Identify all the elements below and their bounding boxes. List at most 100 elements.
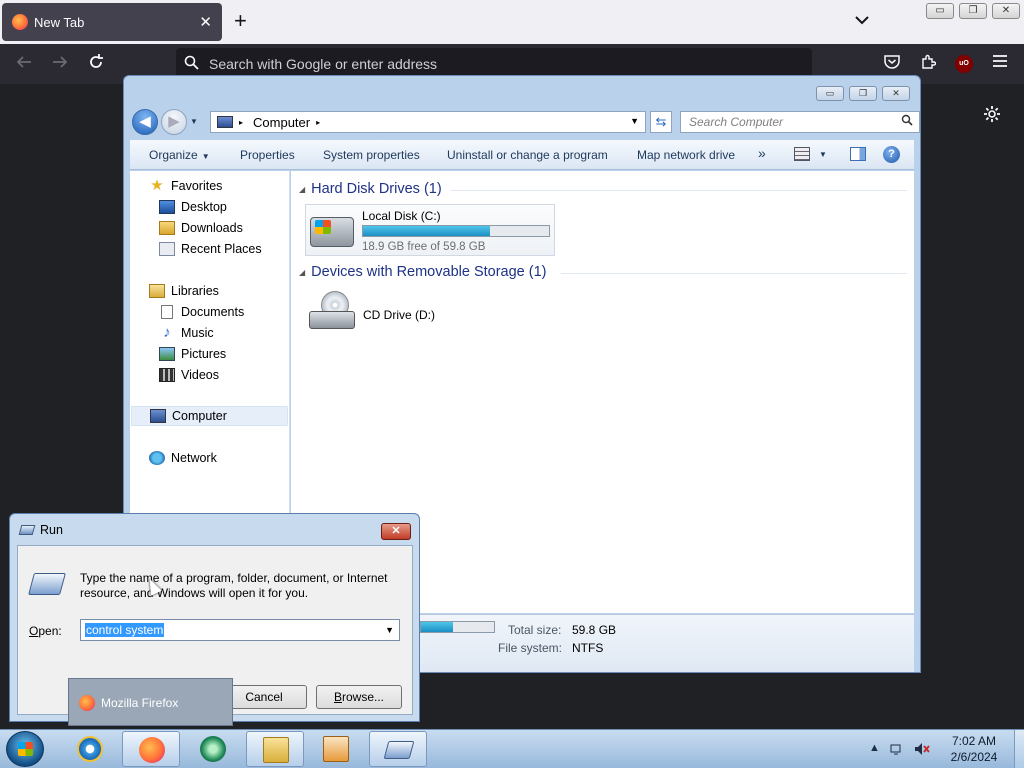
taskbar-media-player[interactable] (184, 731, 242, 767)
address-bar[interactable]: ▸ Computer ▸ ▼ (210, 111, 646, 133)
taskbar-run[interactable] (369, 731, 427, 767)
volume-muted-icon[interactable] (914, 742, 930, 759)
uninstall-program-button[interactable]: Uninstall or change a program (447, 148, 608, 162)
nav-label: Pictures (181, 347, 227, 361)
media-center-icon (323, 736, 349, 762)
nav-downloads[interactable]: Downloads (159, 218, 243, 238)
taskbar-media-center[interactable] (307, 731, 365, 767)
chevron-down-icon: ▼ (201, 152, 210, 161)
action-center-icon[interactable] (890, 742, 904, 759)
collapse-triangle-icon[interactable]: ◢ (299, 185, 305, 194)
group-removable-storage[interactable]: ◢ Devices with Removable Storage (1) (299, 264, 546, 280)
nav-favorites[interactable]: ★ Favorites (149, 176, 222, 196)
breadcrumb-arrow-icon[interactable]: ▸ (316, 118, 320, 127)
explorer-minimize-button[interactable]: ▭ (816, 86, 844, 101)
windows-logo-icon (315, 220, 331, 234)
clock-date: 2/6/2024 (950, 750, 998, 764)
run-title: Run (40, 523, 63, 537)
properties-button[interactable]: Properties (240, 148, 295, 162)
nav-videos[interactable]: Videos (159, 365, 219, 385)
preview-pane-icon[interactable] (850, 147, 866, 161)
open-combobox[interactable]: control system ▼ (80, 619, 400, 641)
open-input-value[interactable]: control system (85, 623, 165, 637)
explorer-back-button[interactable]: ◀ (132, 109, 158, 135)
drive-tray-icon (309, 311, 355, 329)
cd-drive-icon[interactable] (309, 291, 355, 331)
explorer-maximize-button[interactable]: ❐ (849, 86, 877, 101)
browser-close-button[interactable]: ✕ (992, 3, 1020, 19)
taskbar-internet-explorer[interactable] (61, 731, 119, 767)
pocket-icon[interactable] (884, 54, 900, 74)
run-close-button[interactable]: ✕ (381, 523, 411, 540)
details-usage-bar (420, 621, 495, 633)
forward-arrow-icon[interactable] (51, 53, 69, 76)
combobox-dropdown-icon[interactable]: ▼ (385, 625, 394, 635)
group-hard-disk-drives[interactable]: ◢ Hard Disk Drives (1) (299, 181, 442, 197)
nav-desktop[interactable]: Desktop (159, 197, 227, 217)
breadcrumb-arrow-icon[interactable]: ▸ (239, 118, 243, 127)
start-button[interactable] (6, 731, 44, 767)
new-tab-button[interactable]: + (234, 10, 247, 32)
list-all-tabs-chevron-icon[interactable] (855, 12, 869, 28)
taskbar-thumbnail-tooltip[interactable]: Mozilla Firefox (68, 678, 233, 726)
explorer-address-row: ◀ ▶ ▼ ▸ Computer ▸ ▼ ⇆ Search Computer (132, 108, 920, 136)
reload-icon[interactable] (87, 53, 105, 76)
star-icon: ★ (150, 177, 164, 194)
run-description: Type the name of a program, folder, docu… (80, 571, 388, 600)
local-disk-c[interactable]: Local Disk (C:) 18.9 GB free of 59.8 GB (305, 204, 555, 256)
explorer-close-button[interactable]: ✕ (882, 86, 910, 101)
view-options-chevron-icon[interactable]: ▼ (819, 150, 827, 159)
taskbar-clock[interactable]: 7:02 AM 2/6/2024 (948, 733, 1000, 765)
run-icon (383, 741, 415, 759)
hard-drive-icon (310, 217, 354, 247)
browse-button[interactable]: Browse... (316, 685, 402, 709)
cd-drive-d[interactable]: CD Drive (D:) (363, 308, 435, 322)
back-arrow-icon[interactable] (15, 53, 33, 76)
tab-new-tab[interactable]: New Tab ✕ (2, 3, 222, 41)
ublock-origin-icon[interactable]: uO (955, 55, 973, 73)
nav-music[interactable]: ♪ Music (159, 323, 213, 343)
run-icon (18, 525, 36, 535)
refresh-icon[interactable]: ⇆ (650, 111, 672, 133)
gear-icon[interactable] (983, 105, 1001, 128)
organize-button[interactable]: Organize ▼ (149, 148, 210, 162)
show-desktop-button[interactable] (1014, 730, 1024, 768)
nav-network[interactable]: Network (149, 448, 217, 468)
run-titlebar[interactable]: Run (18, 523, 63, 537)
group-divider (451, 190, 907, 191)
address-dropdown-icon[interactable]: ▼ (630, 116, 639, 126)
computer-icon (150, 409, 166, 423)
nav-documents[interactable]: Documents (159, 302, 244, 322)
search-icon (184, 55, 199, 73)
explorer-forward-button[interactable]: ▶ (161, 109, 187, 135)
system-properties-button[interactable]: System properties (323, 148, 420, 162)
nav-pictures[interactable]: Pictures (159, 344, 226, 364)
taskbar-explorer[interactable] (246, 731, 304, 767)
extensions-icon[interactable] (920, 54, 937, 75)
change-view-icon[interactable] (794, 147, 810, 161)
libraries-icon (149, 284, 165, 298)
drive-name: Local Disk (C:) (362, 209, 441, 223)
open-label: Open: (29, 624, 62, 638)
nav-recent-places[interactable]: Recent Places (159, 239, 262, 259)
cancel-button[interactable]: Cancel (221, 685, 307, 709)
search-icon (901, 112, 913, 132)
computer-icon (217, 116, 233, 128)
breadcrumb-computer[interactable]: Computer (253, 115, 310, 130)
show-hidden-icons-button[interactable]: ▲ (869, 742, 880, 754)
more-commands-button[interactable]: » (758, 145, 766, 161)
hamburger-menu-icon[interactable] (992, 54, 1008, 73)
help-icon[interactable]: ? (883, 146, 900, 163)
nav-label: Videos (181, 368, 219, 382)
tab-close-icon[interactable]: ✕ (199, 13, 212, 31)
map-network-drive-button[interactable]: Map network drive (637, 148, 735, 162)
search-computer-input[interactable]: Search Computer (680, 111, 920, 133)
browser-minimize-button[interactable]: ▭ (926, 3, 954, 19)
nav-libraries[interactable]: Libraries (149, 281, 219, 301)
tooltip-label: Mozilla Firefox (101, 696, 179, 710)
nav-computer[interactable]: Computer (131, 406, 288, 426)
collapse-triangle-icon[interactable]: ◢ (299, 268, 305, 277)
taskbar-firefox[interactable] (122, 731, 180, 767)
browser-restore-button[interactable]: ❐ (959, 3, 987, 19)
recent-pages-dropdown-icon[interactable]: ▼ (190, 117, 198, 126)
